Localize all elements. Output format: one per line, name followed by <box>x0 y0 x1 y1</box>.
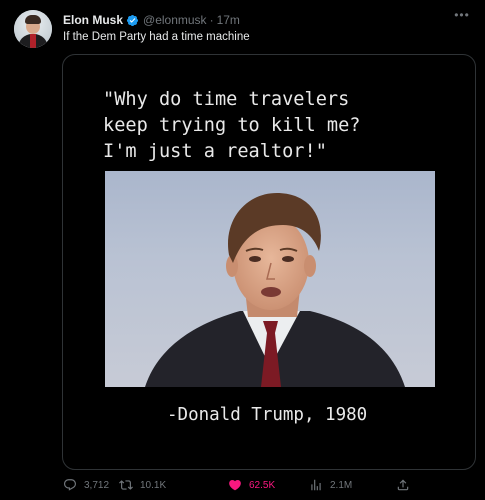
reply-count: 3,712 <box>84 479 110 491</box>
more-icon[interactable]: ••• <box>453 9 471 22</box>
views-count: 2.1M <box>330 479 353 491</box>
quote-line-3: I'm just a realtor!" <box>103 141 327 162</box>
retweet-button[interactable]: 10.1K <box>119 477 166 493</box>
action-bar: 3,712 10.1K 62.5K 2.1M <box>63 477 423 493</box>
reply-icon <box>64 479 76 491</box>
verified-badge-icon[interactable] <box>126 14 139 27</box>
quote-line-2: keep trying to kill me? <box>103 115 361 136</box>
tweet-text: If the Dem Party had a time machine <box>63 31 250 43</box>
media-card[interactable]: "Why do time travelers keep trying to kil… <box>62 54 476 470</box>
avatar[interactable] <box>14 10 52 48</box>
separator: · <box>209 13 214 27</box>
heart-icon <box>229 480 241 491</box>
author-name[interactable]: Elon Musk <box>63 13 123 27</box>
portrait-illustration <box>145 193 405 387</box>
views-icon <box>311 479 321 491</box>
avatar-hair <box>25 15 41 24</box>
share-icon <box>397 479 409 491</box>
share-button[interactable] <box>396 477 417 493</box>
author-handle[interactable]: @elonmusk <box>143 13 207 27</box>
timestamp[interactable]: 17m <box>217 13 240 27</box>
like-button[interactable]: 62.5K <box>228 477 275 493</box>
tweet[interactable]: Elon Musk @elonmusk · 17m ••• If the Dem… <box>0 0 485 500</box>
quote-attribution: -Donald Trump, 1980 <box>167 405 368 425</box>
quote-text: "Why do time travelers keep trying to kil… <box>103 87 360 165</box>
retweet-count: 10.1K <box>140 479 167 491</box>
tweet-header: Elon Musk @elonmusk · 17m <box>63 12 240 28</box>
reply-button[interactable]: 3,712 <box>63 477 109 493</box>
quote-line-1: "Why do time travelers <box>103 89 350 110</box>
views-button[interactable]: 2.1M <box>309 477 352 493</box>
retweet-icon <box>119 480 133 490</box>
avatar-shirt <box>30 34 36 48</box>
portrait-photo <box>105 171 435 387</box>
like-count: 62.5K <box>249 479 276 491</box>
